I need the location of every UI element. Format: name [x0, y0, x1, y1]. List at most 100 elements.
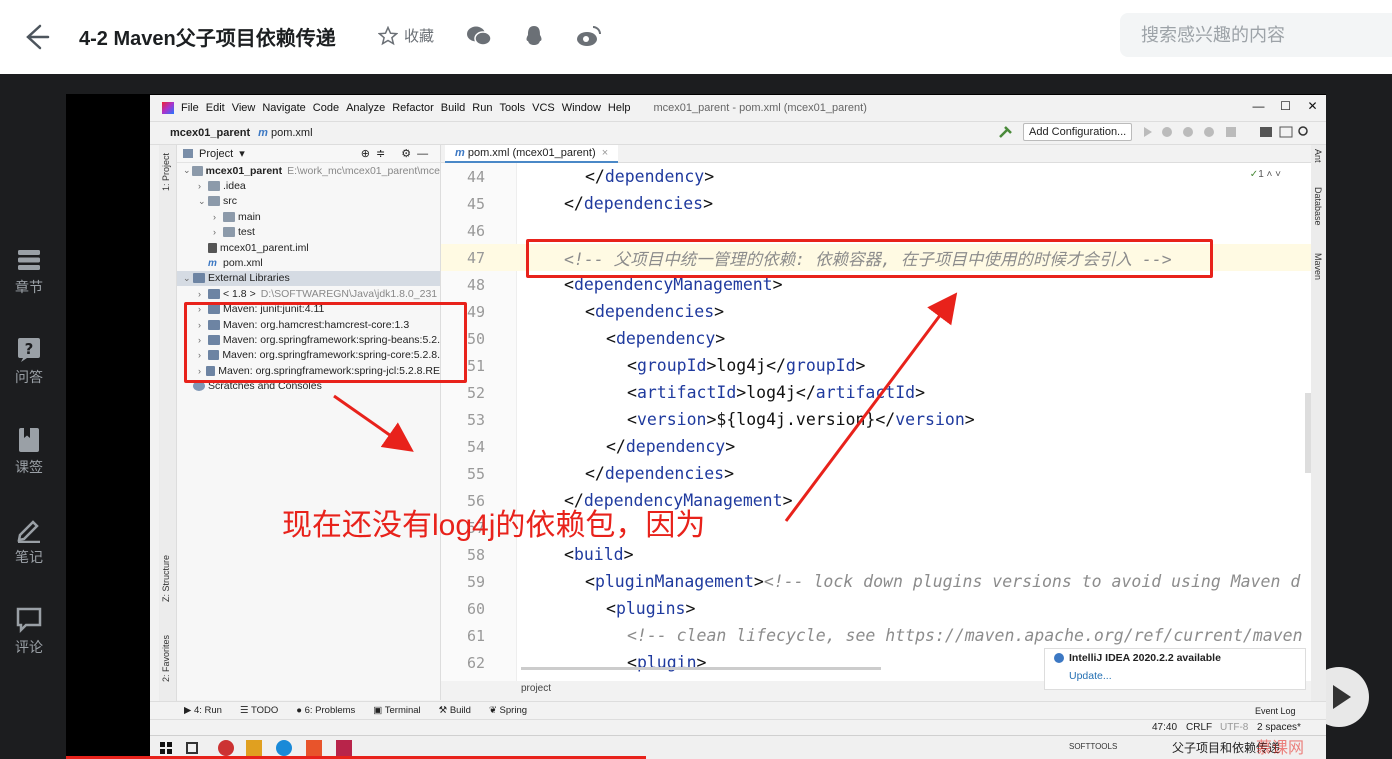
tree-expand-icon[interactable]: ⌄ — [183, 165, 192, 176]
target-icon[interactable]: ⊕ — [361, 147, 370, 160]
code-token: < — [585, 302, 595, 321]
close-icon[interactable]: ✕ — [1299, 95, 1326, 117]
weibo-icon[interactable] — [576, 24, 602, 48]
qq-icon[interactable] — [522, 24, 548, 48]
tree-item[interactable]: ⌄ src — [177, 194, 440, 209]
todo-tool-tab[interactable]: ☰ TODO — [240, 705, 278, 716]
dropdown-arrow-icon[interactable]: ▾ — [239, 147, 245, 160]
editor-breadcrumb[interactable]: project — [521, 683, 551, 694]
add-configuration-button[interactable]: Add Configuration... — [1023, 123, 1133, 141]
tree-expand-icon[interactable]: › — [213, 212, 223, 222]
build-hammer-icon[interactable] — [998, 125, 1014, 139]
watermark-logo: 慕课网 — [1256, 740, 1305, 757]
edge-browser-icon[interactable] — [276, 740, 292, 756]
tree-expand-icon[interactable]: › — [198, 181, 208, 191]
horizontal-scrollbar[interactable] — [521, 667, 881, 670]
line-number: 45 — [466, 194, 485, 213]
structure-tool-tab[interactable]: Z: Structure — [161, 555, 171, 602]
problems-tool-tab[interactable]: ● 6: Problems — [296, 705, 355, 716]
tab-close-icon[interactable]: × — [602, 147, 608, 159]
tree-expand-icon[interactable]: ⌄ — [198, 196, 208, 207]
tree-item[interactable]: › main — [177, 209, 440, 224]
project-panel-title[interactable]: Project — [199, 148, 233, 160]
gear-icon[interactable]: ⚙ — [401, 147, 411, 160]
bottom-tool-bar: ▶ 4: Run ☰ TODO ● 6: Problems ▣ Terminal… — [150, 701, 1326, 719]
run-tool-tab[interactable]: ▶ 4: Run — [184, 705, 222, 716]
tree-expand-icon[interactable]: › — [198, 289, 208, 299]
search-box[interactable] — [1120, 13, 1392, 57]
line-number: 62 — [466, 653, 485, 672]
update-link[interactable]: Update... — [1069, 670, 1112, 682]
cursor-position[interactable]: 47:40 — [1152, 722, 1177, 733]
task-view-icon[interactable] — [186, 742, 198, 754]
favorite-button[interactable]: 收藏 — [378, 25, 434, 46]
hide-icon[interactable]: — — [417, 148, 428, 160]
run-toolbar-icons[interactable] — [1140, 125, 1310, 139]
menu-help[interactable]: Help — [608, 102, 631, 114]
maximize-icon[interactable]: ☐ — [1272, 95, 1299, 117]
menu-view[interactable]: View — [232, 102, 256, 114]
tree-item[interactable]: mcex01_parent.iml — [177, 240, 440, 255]
ant-tool-tab[interactable]: Ant — [1313, 149, 1323, 163]
terminal-tool-tab[interactable]: ▣ Terminal — [373, 705, 420, 716]
menu-analyze[interactable]: Analyze — [346, 102, 385, 114]
maven-tool-tab[interactable]: Maven — [1313, 253, 1323, 280]
page-title: 4-2 Maven父子项目依赖传递 — [79, 28, 336, 50]
code-token: </ — [585, 464, 605, 483]
menu-tools[interactable]: Tools — [499, 102, 525, 114]
collapse-icon[interactable]: ≑ — [376, 147, 385, 160]
tree-item-label: .idea — [223, 180, 246, 193]
file-encoding[interactable]: UTF-8 — [1220, 722, 1248, 733]
build-tool-tab[interactable]: ⚒ Build — [439, 705, 471, 716]
line-number: 44 — [466, 167, 485, 186]
app-icon-orange[interactable] — [306, 740, 322, 756]
menu-file[interactable]: File — [181, 102, 199, 114]
sidebar-item-comments[interactable]: 评论 — [0, 607, 58, 657]
tree-item[interactable]: › test — [177, 225, 440, 240]
tray-label: SOFTTOOLS — [1069, 742, 1118, 751]
sidebar-item-qa[interactable]: ? 问答 — [0, 337, 58, 387]
sidebar-item-bookmarks[interactable]: 课签 — [0, 427, 58, 477]
sidebar-item-notes[interactable]: 笔记 — [0, 517, 58, 567]
folder-icon — [208, 181, 220, 192]
code-token: log4j — [716, 356, 767, 375]
inspection-widget[interactable]: ✓1 ˄ ˅ — [1250, 169, 1281, 180]
menu-window[interactable]: Window — [562, 102, 601, 114]
back-arrow-icon[interactable] — [20, 22, 50, 52]
menu-vcs[interactable]: VCS — [532, 102, 555, 114]
tree-item[interactable]: m pom.xml — [177, 255, 440, 270]
menu-refactor[interactable]: Refactor — [392, 102, 434, 114]
event-log-tab[interactable]: Event Log — [1255, 706, 1296, 716]
breadcrumb-project[interactable]: mcex01_parent — [170, 127, 250, 139]
database-tool-tab[interactable]: Database — [1313, 187, 1323, 226]
tree-item[interactable]: › .idea — [177, 178, 440, 193]
app-icon-red[interactable] — [218, 740, 234, 756]
search-input[interactable] — [1120, 13, 1392, 57]
breadcrumb-file[interactable]: m pom.xml — [258, 127, 312, 139]
sidebar-item-chapters[interactable]: 章节 — [0, 247, 58, 297]
minimize-icon[interactable]: — — [1245, 95, 1272, 117]
menu-code[interactable]: Code — [313, 102, 339, 114]
tree-expand-icon[interactable]: ⌄ — [183, 273, 193, 284]
spring-tool-tab[interactable]: ❦ Spring — [489, 705, 527, 716]
line-separator[interactable]: CRLF — [1186, 722, 1212, 733]
tab-pom-xml[interactable]: m pom.xml (mcex01_parent) × — [445, 145, 619, 163]
tree-item[interactable]: ⌄ mcex01_parent E:\work_mc\mcex01_parent\m… — [177, 163, 440, 178]
tree-item[interactable]: › < 1.8 > D:\SOFTWAREGN\Java\jdk1.8.0_231 — [177, 286, 440, 301]
menu-navigate[interactable]: Navigate — [262, 102, 305, 114]
windows-start-icon[interactable] — [158, 740, 174, 756]
project-tool-tab[interactable]: 1: Project — [161, 153, 171, 191]
intellij-logo-icon — [162, 102, 174, 114]
menu-edit[interactable]: Edit — [206, 102, 225, 114]
tree-item[interactable]: ⌄ External Libraries — [177, 270, 440, 287]
wechat-icon[interactable] — [466, 24, 492, 48]
intellij-taskbar-icon[interactable] — [336, 740, 352, 756]
code-text: <plugins> — [606, 599, 695, 618]
menu-run[interactable]: Run — [472, 102, 492, 114]
code-line: 49 <dependencies> — [441, 298, 1311, 325]
favorites-tool-tab[interactable]: 2: Favorites — [161, 635, 171, 682]
indent-setting[interactable]: 2 spaces* — [1257, 722, 1301, 733]
tree-expand-icon[interactable]: › — [213, 227, 223, 237]
file-explorer-icon[interactable] — [246, 740, 262, 756]
menu-build[interactable]: Build — [441, 102, 465, 114]
